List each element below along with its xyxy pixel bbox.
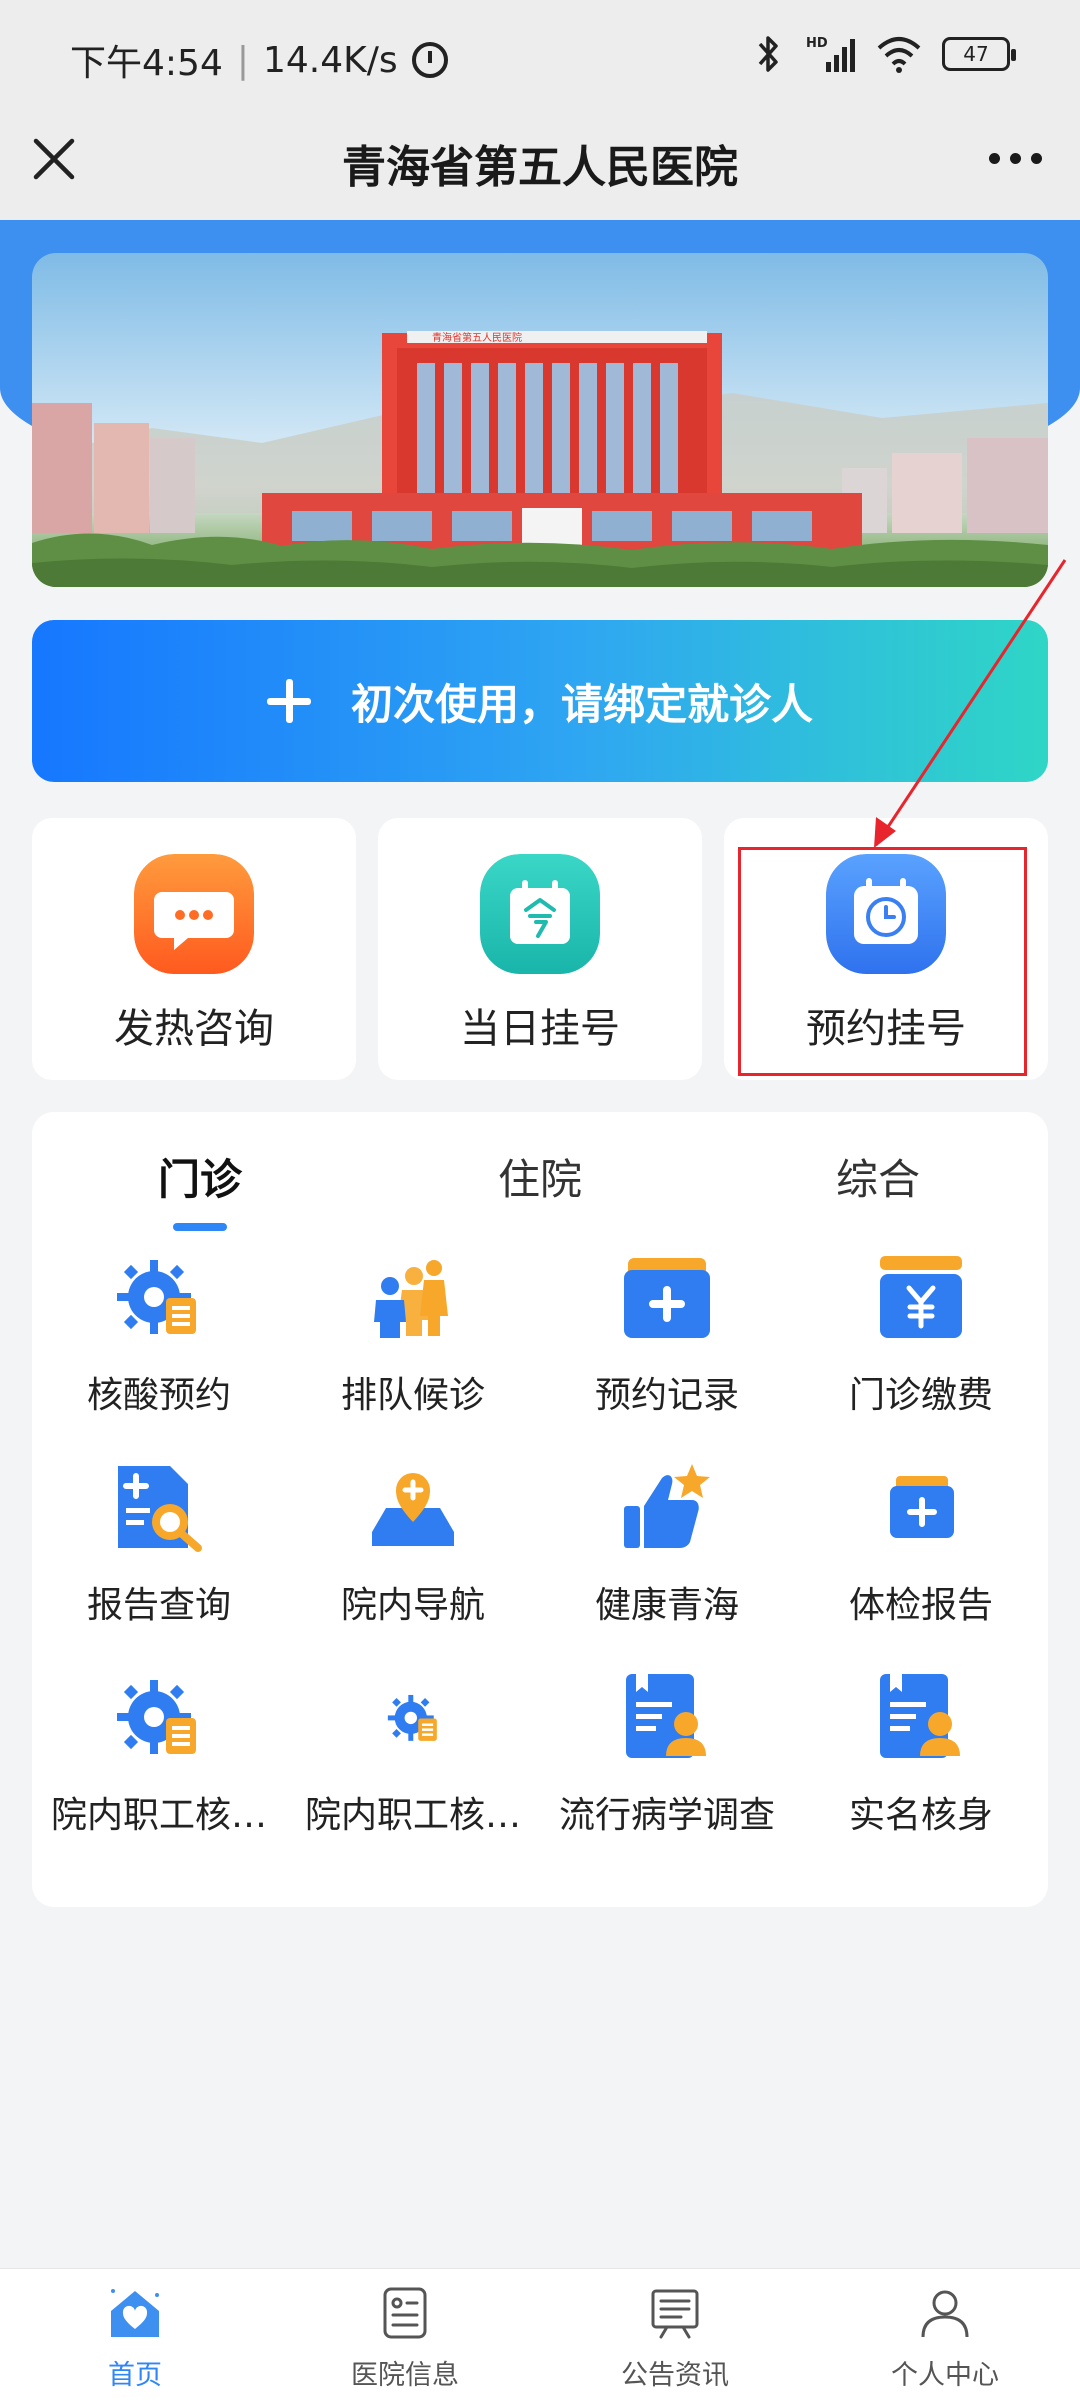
service-label: 报告查询 bbox=[86, 1585, 231, 1626]
status-right: HD 47 bbox=[754, 34, 1016, 74]
service-label: 排队候诊 bbox=[340, 1375, 485, 1416]
gear-document-icon bbox=[387, 1694, 437, 1741]
medical-folder-icon bbox=[624, 1258, 710, 1338]
service-label: 流行病学调查 bbox=[558, 1795, 775, 1836]
fever-consult-label: 发热咨询 bbox=[114, 1006, 274, 1052]
person-icon bbox=[921, 2290, 969, 2338]
id-card-icon bbox=[626, 1674, 706, 1758]
calendar-today-icon bbox=[480, 854, 600, 974]
status-time: 下午4:54 bbox=[70, 43, 223, 84]
battery-icon: 47 bbox=[942, 37, 1016, 71]
service-label: 预约记录 bbox=[594, 1375, 739, 1416]
bind-patient-label: 初次使用，请绑定就诊人 bbox=[350, 679, 813, 729]
info-card-icon bbox=[383, 2287, 427, 2339]
service-item-epidemiological-survey[interactable]: 流行病学调查 bbox=[540, 1672, 794, 1872]
people-queue-icon bbox=[374, 1260, 448, 1338]
more-icon[interactable] bbox=[989, 153, 1042, 164]
fever-consult-card[interactable]: 发热咨询 bbox=[32, 818, 356, 1080]
service-item-staff-check-1[interactable]: 院内职工核… bbox=[32, 1672, 286, 1872]
hospital-building-image: 青海省第五人民医院 bbox=[32, 331, 1048, 587]
alarm-icon bbox=[411, 42, 448, 78]
nav-label: 首页 bbox=[108, 2360, 162, 2391]
bluetooth-icon bbox=[758, 36, 778, 72]
status-bar: 下午4:54 | 14.4K/s HD 47 bbox=[0, 0, 1080, 115]
signal-hd-label: HD bbox=[806, 36, 828, 51]
tab-inpatient[interactable]: 住院 bbox=[440, 1146, 640, 1207]
service-item-queue-waiting[interactable]: 排队候诊 bbox=[286, 1252, 540, 1452]
thumbs-up-star-icon bbox=[624, 1464, 710, 1548]
title-bar: 青海省第五人民医院 bbox=[0, 115, 1080, 220]
status-speed: 14.4K/s bbox=[262, 39, 398, 81]
signal-icon: HD bbox=[806, 36, 855, 72]
banner-sign-text: 青海省第五人民医院 bbox=[432, 331, 522, 344]
service-item-healthy-qinghai[interactable]: 健康青海 bbox=[540, 1462, 794, 1662]
home-heart-icon bbox=[111, 2289, 159, 2337]
service-item-report-query[interactable]: 报告查询 bbox=[32, 1462, 286, 1662]
nav-item-announcements[interactable]: 公告资讯 bbox=[540, 2269, 810, 2400]
service-label: 门诊缴费 bbox=[848, 1375, 993, 1416]
gear-document-icon bbox=[117, 1680, 196, 1754]
service-item-staff-check-2[interactable]: 院内职工核… bbox=[286, 1672, 540, 1872]
nav-item-hospital-info[interactable]: 医院信息 bbox=[270, 2269, 540, 2400]
notice-board-icon bbox=[651, 2289, 699, 2339]
same-day-register-label: 当日挂号 bbox=[460, 1006, 620, 1052]
map-pin-icon bbox=[372, 1473, 454, 1546]
active-tab-indicator bbox=[173, 1223, 227, 1231]
nav-label: 公告资讯 bbox=[621, 2360, 729, 2391]
gear-document-icon bbox=[117, 1260, 196, 1334]
highlight-box bbox=[738, 847, 1027, 1076]
service-label: 院内导航 bbox=[340, 1585, 485, 1626]
bottom-nav: 首页 医院信息 公告资讯 个人中心 bbox=[0, 2268, 1080, 2400]
tab-outpatient[interactable]: 门诊 bbox=[100, 1146, 300, 1207]
service-label: 核酸预约 bbox=[86, 1375, 231, 1416]
medical-folder-icon bbox=[890, 1476, 954, 1538]
status-left: 下午4:54 | 14.4K/s bbox=[70, 34, 448, 86]
tab-general[interactable]: 综合 bbox=[778, 1146, 978, 1207]
service-label: 体检报告 bbox=[848, 1585, 993, 1626]
nav-item-personal-center[interactable]: 个人中心 bbox=[810, 2269, 1080, 2400]
services-panel: 门诊 住院 综合 核酸预约 排队候诊 预约记录 门诊缴费 报告查询 院内导航 健… bbox=[32, 1112, 1048, 1907]
plus-icon bbox=[266, 679, 311, 723]
service-item-physical-exam-report[interactable]: 体检报告 bbox=[794, 1462, 1048, 1662]
service-label: 健康青海 bbox=[594, 1585, 739, 1626]
service-item-nucleic-appointment[interactable]: 核酸预约 bbox=[32, 1252, 286, 1452]
id-card-icon bbox=[880, 1674, 960, 1758]
nav-label: 医院信息 bbox=[351, 2360, 459, 2391]
same-day-register-card[interactable]: 当日挂号 bbox=[378, 818, 702, 1080]
yuan-payment-icon bbox=[880, 1256, 962, 1338]
hospital-banner[interactable]: 青海省第五人民医院 bbox=[32, 253, 1048, 587]
wifi-icon bbox=[877, 37, 921, 73]
status-divider: | bbox=[236, 39, 249, 81]
service-label: 院内职工核… bbox=[50, 1795, 267, 1836]
service-label: 实名核身 bbox=[848, 1795, 993, 1836]
page-title: 青海省第五人民医院 bbox=[342, 142, 738, 193]
annotation-arrow bbox=[874, 559, 1067, 848]
report-search-icon bbox=[118, 1466, 202, 1552]
nav-label: 个人中心 bbox=[891, 2360, 999, 2391]
chat-bubble-icon bbox=[134, 854, 254, 974]
service-label: 院内职工核… bbox=[304, 1795, 521, 1836]
service-item-real-name-verify[interactable]: 实名核身 bbox=[794, 1672, 1048, 1872]
nav-item-home[interactable]: 首页 bbox=[0, 2269, 270, 2400]
service-item-hospital-navigation[interactable]: 院内导航 bbox=[286, 1462, 540, 1662]
service-item-outpatient-payment[interactable]: 门诊缴费 bbox=[794, 1252, 1048, 1452]
service-item-appointment-records[interactable]: 预约记录 bbox=[540, 1252, 794, 1452]
